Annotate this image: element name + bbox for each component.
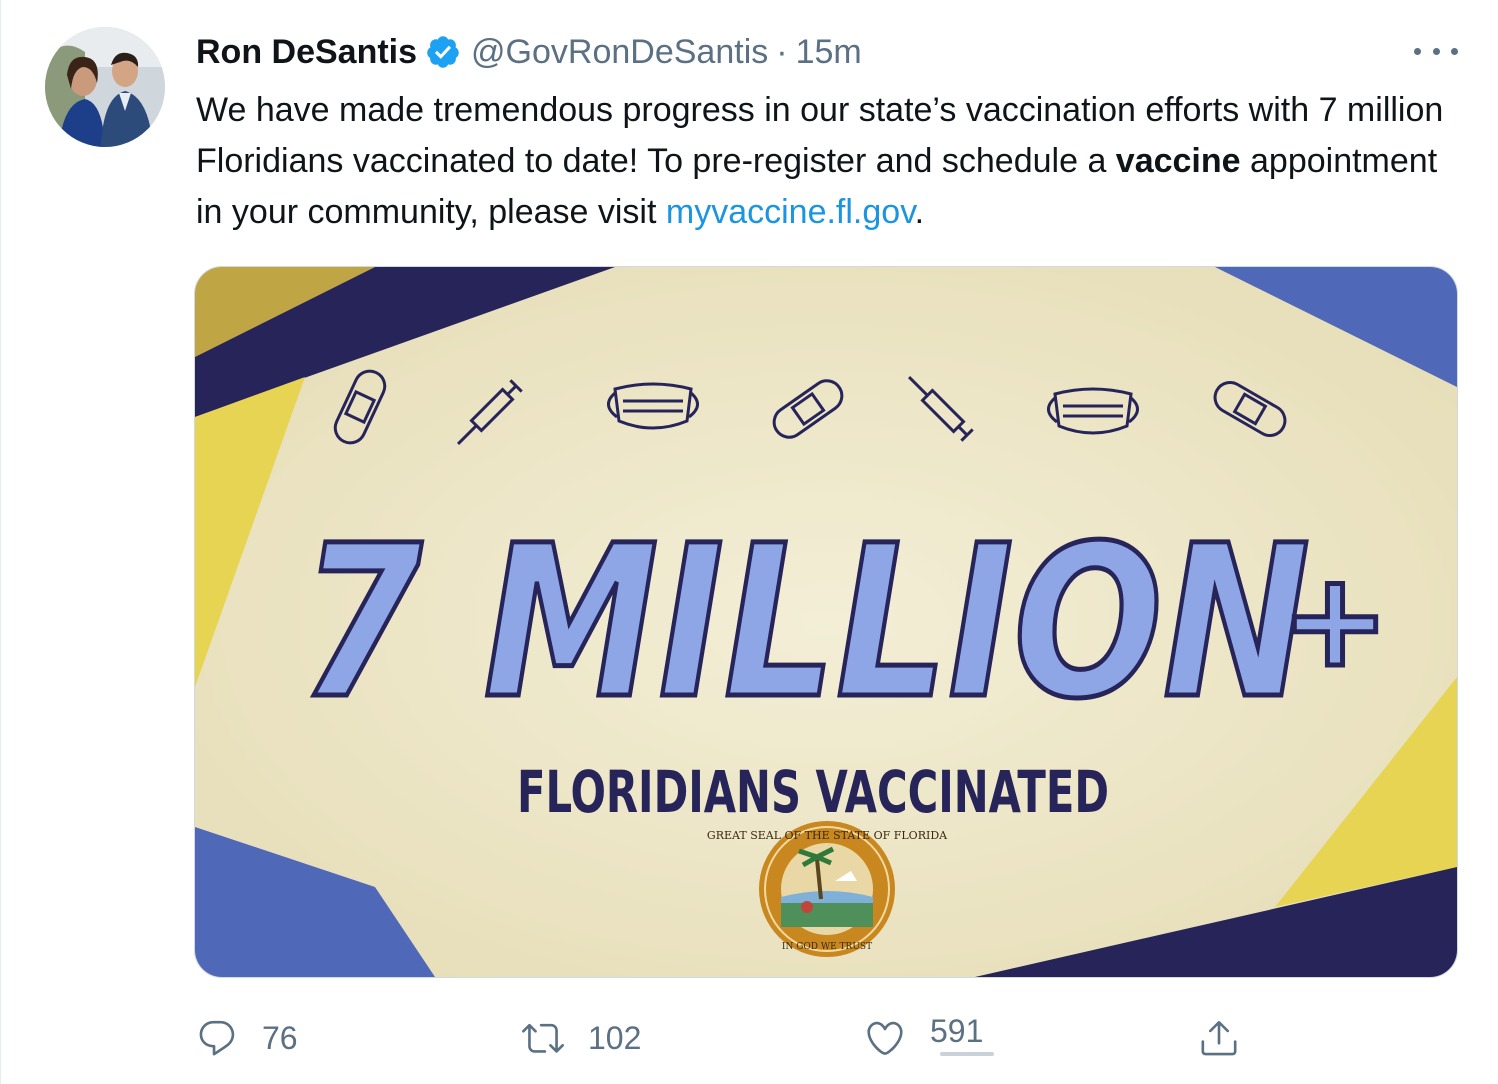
retweet-button[interactable]: 102 <box>522 1008 641 1068</box>
reply-count: 76 <box>262 1019 298 1056</box>
more-dots-icon[interactable] <box>1414 36 1458 66</box>
media-graphic: 7 MILLION + FLORIDIANS VACCINATED GREAT … <box>195 267 1457 977</box>
profile-photo <box>45 27 165 147</box>
seal-bottom-text: IN GOD WE TRUST <box>782 942 872 952</box>
avatar[interactable] <box>45 27 165 147</box>
tweet-text: We have made tremendous progress in our … <box>196 85 1466 238</box>
tweet-media-image[interactable]: 7 MILLION + FLORIDIANS VACCINATED GREAT … <box>194 266 1458 978</box>
headline-text: 7 MILLION <box>300 500 1310 745</box>
tweet-text-end: . <box>914 193 925 231</box>
separator-dot: · <box>776 32 788 71</box>
reply-button[interactable]: 76 <box>196 1008 298 1068</box>
reply-icon <box>199 1020 235 1056</box>
share-button[interactable] <box>1198 1008 1240 1068</box>
seal-top-text: GREAT SEAL OF THE STATE OF FLORIDA <box>707 829 948 842</box>
like-icon <box>867 1021 903 1055</box>
share-icon <box>1201 1020 1237 1056</box>
tweet-actions: 76 102 591 <box>196 1008 1296 1068</box>
timeline-divider <box>0 0 1 1084</box>
like-count: 591 <box>930 1012 984 1049</box>
retweet-icon <box>522 1023 564 1053</box>
tweet-link[interactable]: myvaccine.fl.gov <box>666 193 915 231</box>
tweet-text-bold: vaccine <box>1115 142 1241 180</box>
like-button[interactable]: 591 <box>864 1008 983 1068</box>
headline-group: 7 MILLION + <box>298 498 1392 748</box>
like-count-ticker <box>940 1052 994 1056</box>
timestamp[interactable]: 15m <box>796 33 862 72</box>
retweet-count: 102 <box>588 1019 642 1056</box>
display-name[interactable]: Ron DeSantis <box>196 33 417 72</box>
tweet-header: Ron DeSantis @GovRonDeSantis · 15m <box>196 30 862 74</box>
headline-plus: + <box>1281 544 1390 696</box>
user-handle[interactable]: @GovRonDeSantis <box>471 33 768 72</box>
verified-badge-icon <box>425 34 461 70</box>
subhead-text: FLORIDIANS VACCINATED <box>517 758 1109 826</box>
